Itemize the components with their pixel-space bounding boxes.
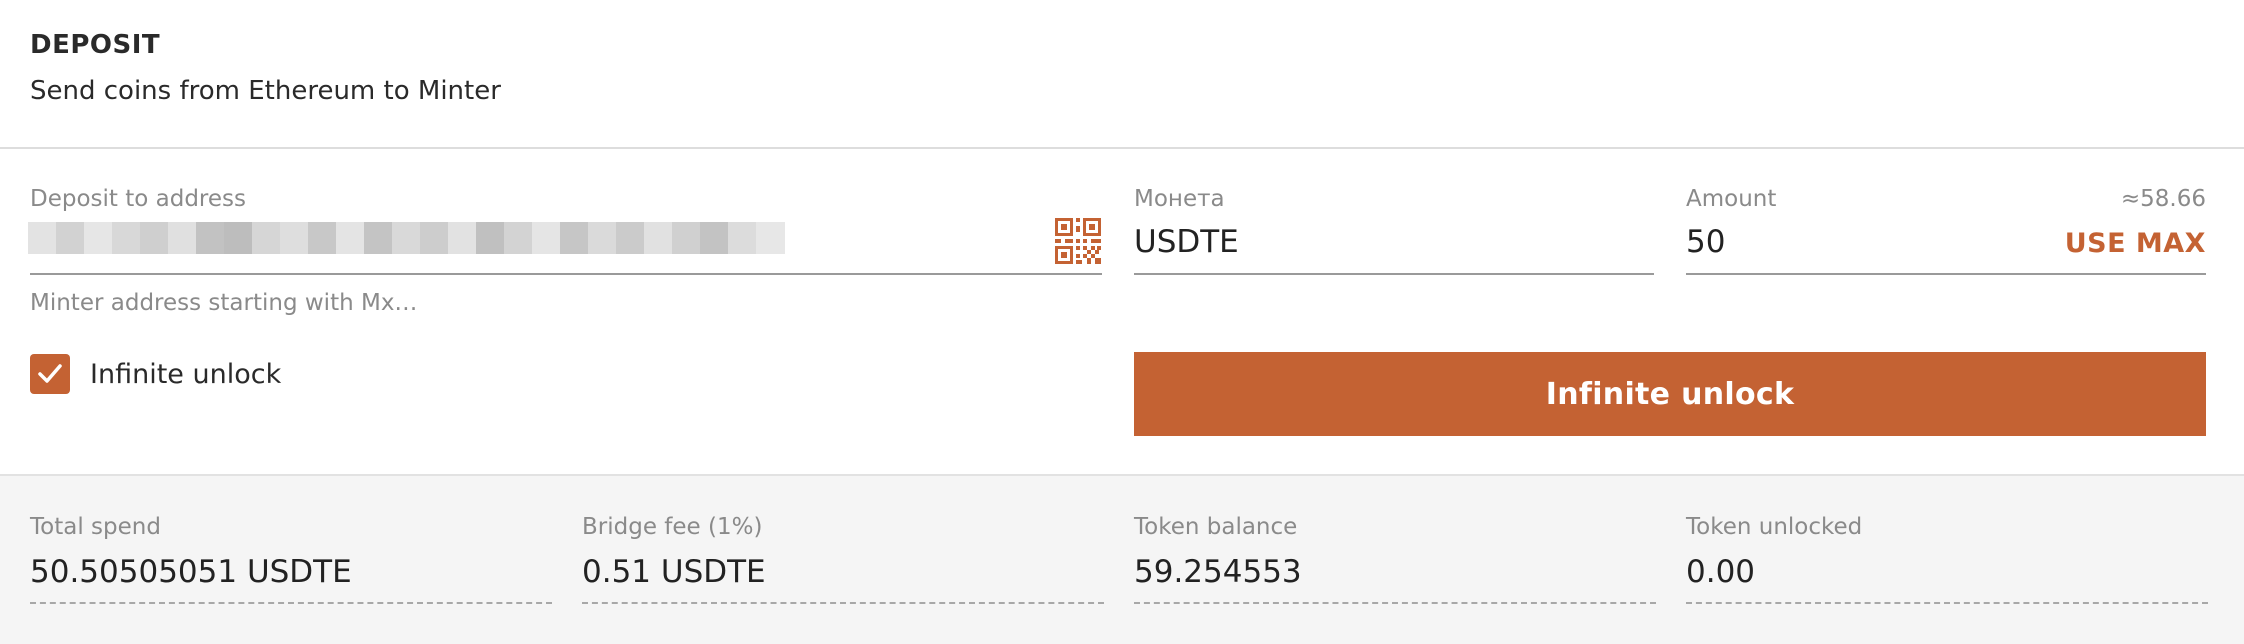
summary-token-balance: Token balance 59.254553 — [1134, 476, 1656, 644]
amount-underline — [1686, 273, 2206, 275]
coin-underline — [1134, 273, 1654, 275]
summary-label: Bridge fee (1%) — [582, 514, 763, 540]
checkmark-icon[interactable] — [30, 354, 70, 394]
qr-code-icon[interactable] — [1055, 218, 1101, 264]
summary-divider — [1686, 602, 2208, 604]
summary-token-unlocked: Token unlocked 0.00 — [1686, 476, 2208, 644]
use-max-button[interactable]: USE MAX — [2065, 228, 2206, 259]
panel-header: DEPOSIT Send coins from Ethereum to Mint… — [0, 0, 2244, 149]
summary-value: 50.50505051 USDTE — [30, 554, 352, 590]
summary-label: Total spend — [30, 514, 161, 540]
address-label: Deposit to address — [30, 186, 246, 212]
summary-label: Token unlocked — [1686, 514, 1863, 540]
infinite-unlock-checkbox[interactable]: Infinite unlock — [30, 354, 281, 394]
summary-divider — [582, 602, 1104, 604]
amount-approx-value: ≈58.66 — [2120, 186, 2206, 212]
summary-value: 0.51 USDTE — [582, 554, 766, 590]
checkbox-label: Infinite unlock — [90, 358, 282, 390]
amount-input[interactable]: 50 — [1686, 224, 1725, 260]
address-input[interactable] — [28, 222, 785, 254]
amount-label: Amount — [1686, 186, 1777, 212]
summary-label: Token balance — [1134, 514, 1298, 540]
coin-select[interactable]: USDTE — [1134, 224, 1239, 260]
page-title: DEPOSIT — [30, 30, 161, 60]
infinite-unlock-button[interactable]: Infinite unlock — [1134, 352, 2206, 436]
summary-total-spend: Total spend 50.50505051 USDTE — [30, 476, 552, 644]
summary-bar: Total spend 50.50505051 USDTE Bridge fee… — [0, 474, 2244, 644]
summary-divider — [1134, 602, 1656, 604]
address-hint: Minter address starting with Mx… — [30, 290, 418, 316]
address-underline — [30, 273, 1102, 275]
summary-value: 59.254553 — [1134, 554, 1302, 590]
summary-divider — [30, 602, 552, 604]
deposit-panel: DEPOSIT Send coins from Ethereum to Mint… — [0, 0, 2244, 644]
summary-bridge-fee: Bridge fee (1%) 0.51 USDTE — [582, 476, 1104, 644]
summary-value: 0.00 — [1686, 554, 1756, 590]
page-subtitle: Send coins from Ethereum to Minter — [30, 76, 501, 106]
coin-label: Монета — [1134, 186, 1225, 212]
